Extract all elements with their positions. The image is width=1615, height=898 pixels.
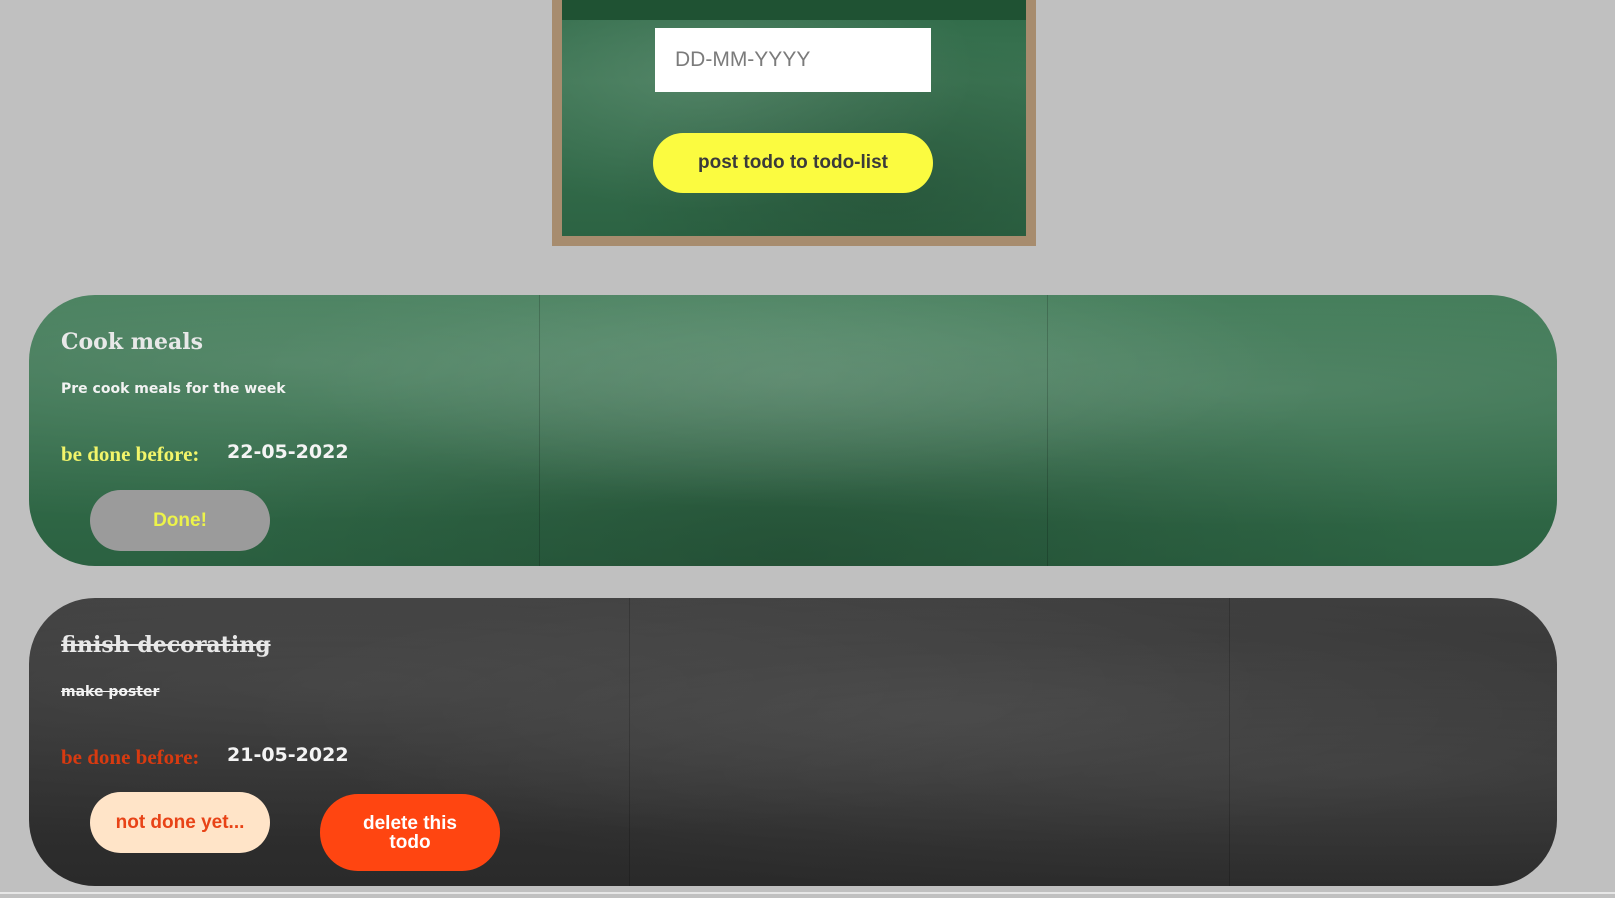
new-todo-form: post todo to todo-list — [552, 0, 1036, 246]
due-date: 21-05-2022 — [227, 744, 349, 766]
due-date-input[interactable] — [655, 28, 931, 92]
todo-description: make poster — [61, 684, 160, 700]
delete-todo-button[interactable]: delete this todo — [320, 794, 500, 871]
texture-seam — [1229, 598, 1230, 886]
form-board-top-band — [562, 0, 1026, 20]
page-bottom-divider — [0, 892, 1615, 894]
due-label: be done before: — [61, 745, 200, 769]
due-date: 22-05-2022 — [227, 441, 349, 463]
mark-not-done-button[interactable]: not done yet... — [90, 792, 270, 853]
todo-title: Cook meals — [61, 329, 204, 355]
texture-seam — [1047, 295, 1048, 566]
due-label: be done before: — [61, 442, 200, 466]
mark-done-button[interactable]: Done! — [90, 490, 270, 551]
texture-seam — [539, 295, 540, 566]
todo-card: Cook meals Pre cook meals for the week b… — [29, 295, 1557, 566]
texture-seam — [629, 598, 630, 886]
todo-description: Pre cook meals for the week — [61, 381, 286, 397]
post-todo-button[interactable]: post todo to todo-list — [653, 133, 933, 193]
todo-card: finish decorating make poster be done be… — [29, 598, 1557, 886]
todo-page: post todo to todo-list Cook meals Pre co… — [0, 0, 1615, 898]
todo-title: finish decorating — [61, 632, 271, 658]
